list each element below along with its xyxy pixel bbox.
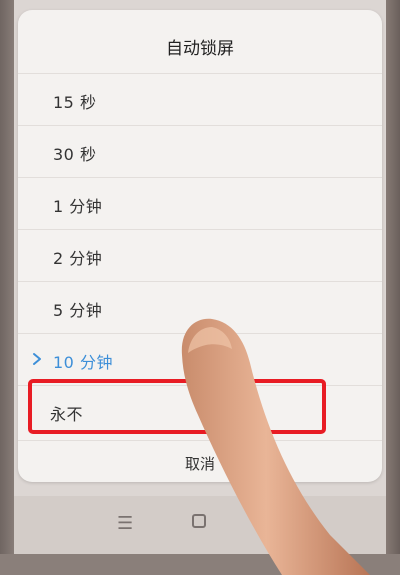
option-30-seconds[interactable]: 30 秒 bbox=[18, 125, 382, 177]
option-label: 30 秒 bbox=[53, 145, 97, 164]
option-2-minutes[interactable]: 2 分钟 bbox=[18, 229, 382, 281]
option-label: 1 分钟 bbox=[53, 197, 103, 216]
finger-overlay bbox=[181, 318, 370, 575]
dialog-title: 自动锁屏 bbox=[166, 39, 234, 59]
menu-icon[interactable]: ☰ bbox=[117, 513, 133, 534]
option-label: 5 分钟 bbox=[53, 301, 103, 320]
option-label: 15 秒 bbox=[53, 93, 97, 112]
option-label: 2 分钟 bbox=[53, 249, 103, 268]
option-1-minute[interactable]: 1 分钟 bbox=[18, 177, 382, 229]
chevron-right-icon bbox=[33, 353, 41, 365]
option-15-seconds[interactable]: 15 秒 bbox=[18, 73, 382, 125]
option-label: 10 分钟 bbox=[53, 353, 113, 372]
